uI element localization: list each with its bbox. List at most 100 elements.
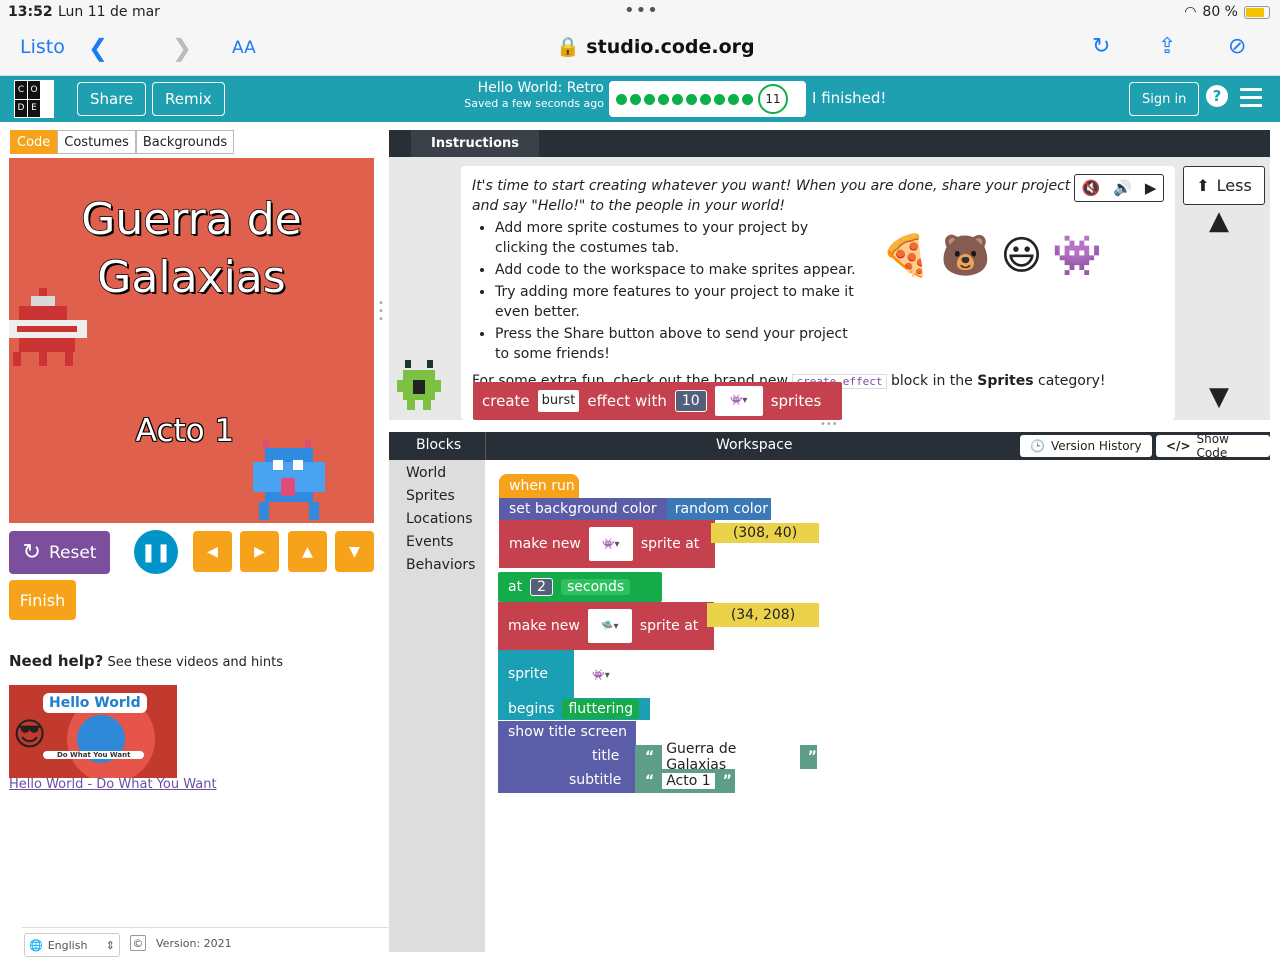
version-history-button[interactable]: 🕒 Version History bbox=[1020, 435, 1152, 457]
mute-icon[interactable]: 🔇 bbox=[1082, 179, 1101, 197]
progress-dot[interactable] bbox=[644, 93, 655, 105]
category-events[interactable]: Events bbox=[406, 531, 485, 554]
text-size-button[interactable]: AA bbox=[232, 38, 256, 58]
progress-dot[interactable] bbox=[742, 93, 753, 105]
wifi-icon: ◠ bbox=[1184, 4, 1197, 20]
level-progress[interactable]: 11 bbox=[609, 81, 806, 117]
sprite-picker-blue-monster[interactable]: 👾▾ bbox=[588, 527, 633, 561]
down-arrow-button[interactable]: ▼ bbox=[335, 531, 374, 572]
speaker-icon[interactable]: 🔊 bbox=[1113, 179, 1132, 197]
less-button[interactable]: ⬆ Less bbox=[1183, 166, 1265, 205]
set-background-block[interactable]: set background color random color bbox=[499, 498, 771, 520]
copyright-icon[interactable]: © bbox=[130, 935, 146, 951]
battery-percent: 80 % bbox=[1202, 4, 1238, 20]
seconds-input[interactable]: 2 bbox=[530, 578, 553, 596]
close-quote-icon: ” bbox=[722, 773, 732, 789]
count-input[interactable]: 10 bbox=[674, 390, 707, 412]
make-new-sprite-block-1[interactable]: make new 👾▾ sprite at bbox=[499, 520, 715, 568]
done-button[interactable]: Listo bbox=[20, 36, 65, 58]
share-icon[interactable]: ⇪ bbox=[1158, 34, 1176, 59]
fluttering-behavior[interactable]: fluttering bbox=[562, 699, 640, 719]
at-seconds-block[interactable]: at 2 seconds bbox=[498, 572, 662, 602]
video-thumbnail[interactable]: Hello World Do What You Want 😎 bbox=[9, 685, 177, 778]
when-run-label: when run bbox=[509, 478, 575, 494]
title-string-block[interactable]: “ Guerra de Galaxias ” bbox=[635, 741, 817, 773]
tab-instructions[interactable]: Instructions bbox=[411, 130, 539, 157]
right-arrow-button[interactable]: ▶ bbox=[240, 531, 279, 572]
panel-resize-handle[interactable]: ••• bbox=[820, 419, 838, 430]
sprite-picker-ufo[interactable]: 🛸▾ bbox=[587, 609, 632, 643]
tab-backgrounds[interactable]: Backgrounds bbox=[135, 130, 235, 154]
scroll-up-icon[interactable]: ▲ bbox=[1209, 206, 1229, 236]
progress-dot[interactable] bbox=[700, 93, 711, 105]
tab-costumes[interactable]: Costumes bbox=[57, 130, 136, 154]
sign-in-button[interactable]: Sign in bbox=[1129, 82, 1200, 116]
compass-icon[interactable]: ⊘ bbox=[1228, 34, 1246, 59]
progress-dot[interactable] bbox=[728, 93, 739, 105]
code-org-logo[interactable]: C O D E bbox=[14, 80, 54, 118]
category-locations[interactable]: Locations bbox=[406, 508, 485, 531]
extra-text-post: category! bbox=[1038, 373, 1106, 389]
demo-create-label: create bbox=[482, 392, 530, 410]
sprite-at-label: sprite at bbox=[639, 618, 699, 634]
list-item: Add code to the workspace to make sprite… bbox=[495, 260, 865, 280]
pane-resize-handle[interactable]: • • • bbox=[378, 299, 384, 328]
when-run-block[interactable]: when run bbox=[499, 474, 579, 498]
game-stage[interactable]: Guerra de Galaxias Acto 1 bbox=[9, 158, 374, 523]
stage-tabs: Code Costumes Backgrounds bbox=[10, 130, 235, 154]
forward-icon[interactable]: ❯ bbox=[172, 34, 192, 62]
progress-dot[interactable] bbox=[714, 93, 725, 105]
create-effect-demo-block[interactable]: create burst effect with 10 👾▾ sprites bbox=[473, 382, 842, 420]
back-icon[interactable]: ❮ bbox=[88, 34, 108, 62]
left-arrow-button[interactable]: ◀ bbox=[193, 531, 232, 572]
language-select[interactable]: 🌐 English ⇕ bbox=[24, 933, 120, 957]
demo-with-label: effect with bbox=[587, 392, 667, 410]
sprite-behavior-block[interactable]: sprite bbox=[498, 650, 574, 698]
multitask-dots-icon[interactable]: ••• bbox=[624, 0, 659, 21]
reload-icon[interactable]: ↻ bbox=[1092, 34, 1110, 59]
progress-dot[interactable] bbox=[658, 93, 669, 105]
current-level-bubble[interactable]: 11 bbox=[758, 84, 788, 114]
pause-button[interactable]: ❚❚ bbox=[134, 530, 178, 574]
hamburger-menu-icon[interactable] bbox=[1240, 88, 1262, 112]
category-behaviors[interactable]: Behaviors bbox=[406, 554, 485, 577]
demo-sprites-label: sprites bbox=[770, 392, 822, 410]
begins-behavior-block[interactable]: begins fluttering bbox=[498, 698, 650, 720]
code-workspace: Blocks Workspace 🕒 Version History </> S… bbox=[389, 432, 1270, 952]
share-button[interactable]: Share bbox=[77, 82, 147, 116]
help-icon[interactable]: ? bbox=[1206, 85, 1228, 107]
location-block-2[interactable]: (34, 208) bbox=[707, 603, 819, 627]
progress-dot[interactable] bbox=[616, 93, 627, 105]
play-icon[interactable]: ▶ bbox=[1145, 179, 1157, 197]
show-code-button[interactable]: </> Show Code bbox=[1156, 432, 1270, 460]
progress-dot[interactable] bbox=[686, 93, 697, 105]
seconds-dropdown[interactable]: seconds bbox=[561, 579, 631, 595]
title-param-label: title bbox=[592, 748, 620, 764]
up-arrow-button[interactable]: ▲ bbox=[288, 531, 327, 572]
category-sprites[interactable]: Sprites bbox=[406, 485, 485, 508]
begins-label: begins bbox=[508, 701, 555, 717]
instructions-panel: Instructions It's time to start creating… bbox=[389, 130, 1270, 420]
subtitle-string-value[interactable]: Acto 1 bbox=[662, 773, 715, 789]
sprite-picker[interactable]: 👾▾ bbox=[714, 386, 763, 416]
sprite-picker-alien[interactable]: 👾▾ bbox=[575, 656, 627, 694]
category-world[interactable]: World bbox=[406, 462, 485, 485]
effect-dropdown[interactable]: burst bbox=[537, 390, 580, 412]
code-brackets-icon: </> bbox=[1166, 439, 1191, 453]
progress-dot[interactable] bbox=[672, 93, 683, 105]
subtitle-string-block[interactable]: “ Acto 1 ” bbox=[635, 769, 735, 793]
remix-button[interactable]: Remix bbox=[152, 82, 225, 116]
finished-link[interactable]: I finished! bbox=[812, 89, 886, 107]
location-block-1[interactable]: (308, 40) bbox=[711, 523, 819, 543]
address-bar[interactable]: 🔒 studio.code.org bbox=[556, 35, 755, 58]
make-new-sprite-block-2[interactable]: make new 🛸▾ sprite at bbox=[498, 602, 714, 650]
random-color-block[interactable]: random color bbox=[666, 498, 771, 520]
finish-button[interactable]: Finish bbox=[9, 580, 76, 620]
progress-dot[interactable] bbox=[630, 93, 641, 105]
scroll-down-icon[interactable]: ▼ bbox=[1209, 382, 1229, 412]
tab-code[interactable]: Code bbox=[10, 130, 58, 154]
set-background-label: set background color bbox=[509, 501, 657, 517]
sprite-label: sprite bbox=[508, 666, 548, 682]
video-link[interactable]: Hello World - Do What You Want bbox=[9, 777, 217, 792]
reset-button[interactable]: ↻ Reset bbox=[9, 531, 110, 574]
